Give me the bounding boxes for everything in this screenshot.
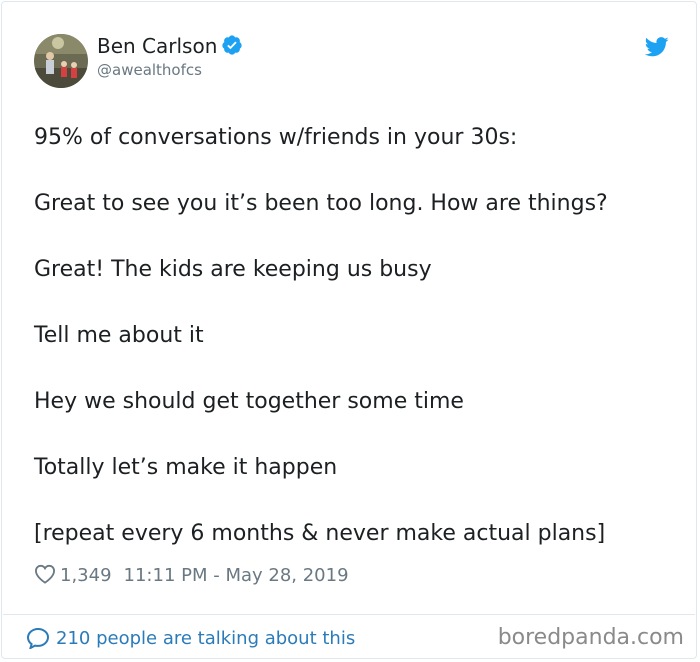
avatar-photo bbox=[34, 34, 88, 88]
talking-about-link[interactable]: 210 people are talking about this bbox=[26, 627, 355, 651]
tweet-line: [repeat every 6 months & never make actu… bbox=[34, 521, 606, 546]
tweet-line: Totally let’s make it happen bbox=[34, 455, 338, 480]
like-count[interactable]: 1,349 bbox=[60, 565, 112, 586]
watermark: boredpanda.com bbox=[497, 625, 684, 650]
tweet-card: Ben Carlson @awealthofcs 95% of conversa… bbox=[1, 1, 697, 659]
talking-about-label[interactable]: 210 people are talking about this bbox=[56, 628, 355, 649]
divider bbox=[3, 614, 695, 615]
tweet-meta: 1,349 11:11 PM - May 28, 2019 bbox=[34, 564, 349, 588]
author-handle[interactable]: @awealthofcs bbox=[97, 61, 202, 79]
comment-bubble-icon bbox=[26, 627, 50, 649]
author-name-row[interactable]: Ben Carlson bbox=[97, 34, 243, 58]
tweet-text: 95% of conversations w/friends in your 3… bbox=[34, 122, 684, 584]
tweet-line: 95% of conversations w/friends in your 3… bbox=[34, 125, 518, 150]
tweet-line: Great to see you it’s been too long. How… bbox=[34, 191, 608, 216]
author-name[interactable]: Ben Carlson bbox=[97, 34, 217, 58]
twitter-bird-icon[interactable] bbox=[645, 36, 669, 58]
heart-icon[interactable] bbox=[34, 564, 56, 584]
tweet-line: Great! The kids are keeping us busy bbox=[34, 257, 432, 282]
verified-badge-icon bbox=[222, 35, 243, 55]
tweet-line: Tell me about it bbox=[34, 323, 204, 348]
avatar[interactable] bbox=[34, 34, 88, 88]
tweet-line: Hey we should get together some time bbox=[34, 389, 464, 414]
tweet-timestamp[interactable]: 11:11 PM - May 28, 2019 bbox=[124, 565, 349, 586]
